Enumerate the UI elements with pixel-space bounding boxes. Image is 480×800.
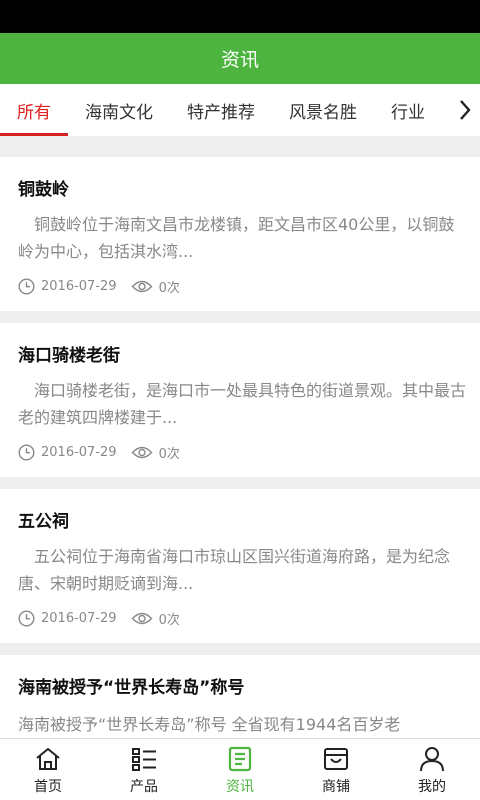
app-header: 资讯 xyxy=(0,33,480,84)
article-meta: 2016-07-29 0次 xyxy=(18,609,180,628)
nav-label: 我的 xyxy=(418,779,446,795)
article-date: 2016-07-29 xyxy=(18,444,117,461)
home-icon xyxy=(34,745,62,773)
nav-label: 首页 xyxy=(34,779,62,795)
tab-label: 风景名胜 xyxy=(289,102,357,123)
tab-label: 所有 xyxy=(17,102,51,123)
list-icon xyxy=(130,745,158,773)
chevron-right-icon xyxy=(460,100,471,120)
eye-icon xyxy=(131,611,153,626)
views-text: 0次 xyxy=(158,447,180,462)
tab-label: 特产推荐 xyxy=(187,102,255,123)
article-date: 2016-07-29 xyxy=(18,610,117,627)
clock-icon xyxy=(18,444,35,461)
date-text: 2016-07-29 xyxy=(41,445,117,460)
article-meta: 2016-07-29 0次 xyxy=(18,277,180,296)
article-meta: 2016-07-29 0次 xyxy=(18,443,180,462)
article-title: 海南被授予“世界长寿岛”称号 xyxy=(18,678,245,698)
tab-scroll-right-button[interactable] xyxy=(450,84,480,136)
tab-hainan-culture[interactable]: 海南文化 xyxy=(68,84,170,136)
eye-icon xyxy=(131,279,153,294)
category-tab-bar: 所有 海南文化 特产推荐 风景名胜 行业 xyxy=(0,84,480,136)
bottom-nav: 首页 产品 资讯 商铺 我的 xyxy=(0,738,480,800)
nav-label: 商铺 xyxy=(322,779,350,795)
article-title: 铜鼓岭 xyxy=(18,180,69,200)
article-views: 0次 xyxy=(131,277,180,296)
article-item[interactable]: 海南被授予“世界长寿岛”称号 海南被授予“世界长寿岛”称号 全省现有1944名百… xyxy=(0,655,480,738)
article-item[interactable]: 五公祠 五公祠位于海南省海口市琼山区国兴街道海府路，是为纪念唐、宋朝时期贬谪到海… xyxy=(0,489,480,643)
news-icon xyxy=(226,745,254,773)
nav-news[interactable]: 资讯 xyxy=(192,739,288,800)
article-summary: 五公祠位于海南省海口市琼山区国兴街道海府路，是为纪念唐、宋朝时期贬谪到海... xyxy=(18,547,451,593)
article-views: 0次 xyxy=(131,443,180,462)
article-date: 2016-07-29 xyxy=(18,278,117,295)
tab-list: 所有 海南文化 特产推荐 风景名胜 行业 xyxy=(0,84,442,136)
article-title: 五公祠 xyxy=(18,512,69,532)
tab-specialty[interactable]: 特产推荐 xyxy=(170,84,272,136)
article-summary: 铜鼓岭位于海南文昌市龙楼镇，距文昌市区40公里，以铜鼓岭为中心，包括淇水湾... xyxy=(18,215,455,261)
shop-icon xyxy=(322,745,350,773)
nav-label: 资讯 xyxy=(226,779,254,795)
tab-industry[interactable]: 行业 xyxy=(374,84,442,136)
article-views: 0次 xyxy=(131,609,180,628)
user-icon xyxy=(418,745,446,773)
views-text: 0次 xyxy=(158,281,180,296)
status-bar xyxy=(0,0,480,33)
article-title: 海口骑楼老街 xyxy=(18,346,120,366)
tab-label: 海南文化 xyxy=(85,102,153,123)
nav-home[interactable]: 首页 xyxy=(0,739,96,800)
date-text: 2016-07-29 xyxy=(41,279,117,294)
article-summary: 海南被授予“世界长寿岛”称号 全省现有1944名百岁老 xyxy=(18,715,401,734)
clock-icon xyxy=(18,610,35,627)
date-text: 2016-07-29 xyxy=(41,611,117,626)
nav-shop[interactable]: 商铺 xyxy=(288,739,384,800)
tab-all[interactable]: 所有 xyxy=(0,84,68,136)
views-text: 0次 xyxy=(158,613,180,628)
nav-label: 产品 xyxy=(130,779,158,795)
article-summary: 海口骑楼老街，是海口市一处最具特色的街道景观。其中最古老的建筑四牌楼建于... xyxy=(18,381,467,427)
tab-scenery[interactable]: 风景名胜 xyxy=(272,84,374,136)
page-title: 资讯 xyxy=(220,49,259,71)
article-item[interactable]: 铜鼓岭 铜鼓岭位于海南文昌市龙楼镇，距文昌市区40公里，以铜鼓岭为中心，包括淇水… xyxy=(0,157,480,311)
eye-icon xyxy=(131,445,153,460)
nav-products[interactable]: 产品 xyxy=(96,739,192,800)
article-item[interactable]: 海口骑楼老街 海口骑楼老街，是海口市一处最具特色的街道景观。其中最古老的建筑四牌… xyxy=(0,323,480,477)
nav-mine[interactable]: 我的 xyxy=(384,739,480,800)
tab-label: 行业 xyxy=(391,102,425,123)
clock-icon xyxy=(18,278,35,295)
